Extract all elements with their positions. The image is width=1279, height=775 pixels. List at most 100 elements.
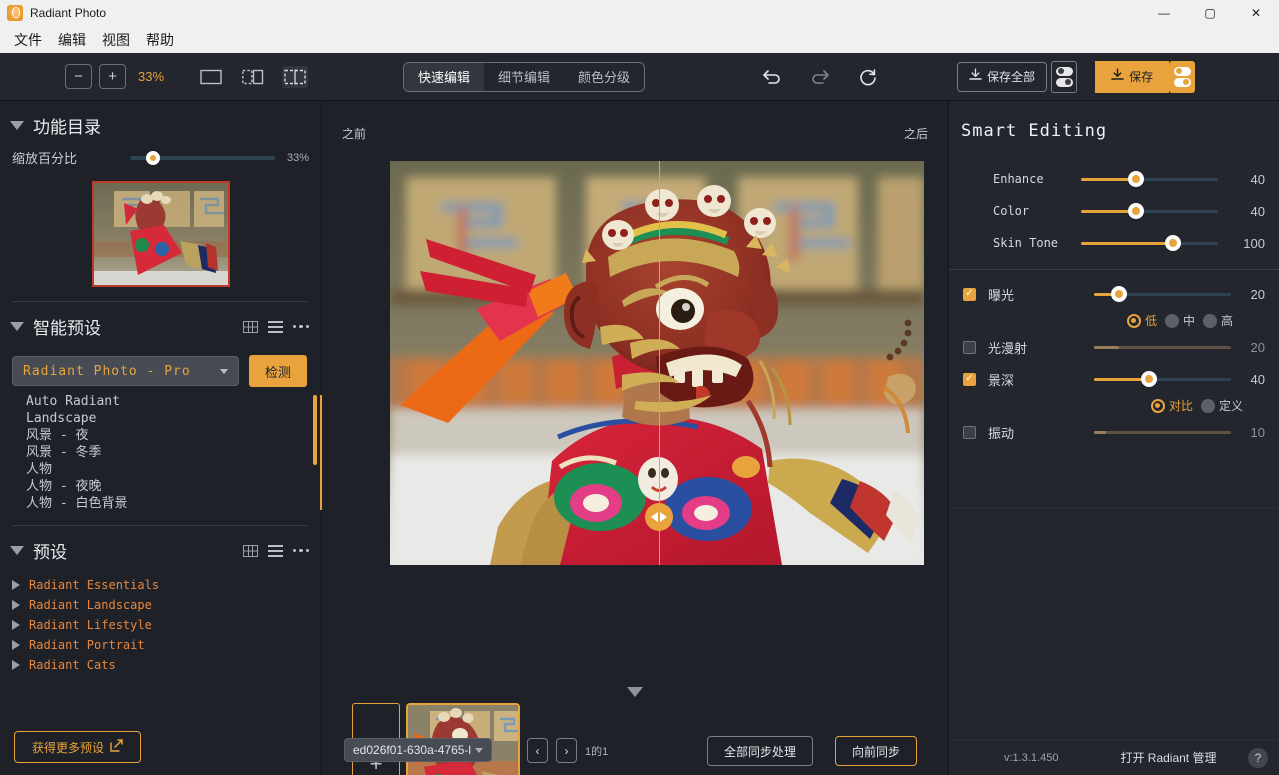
- slider-track-enhance[interactable]: [1081, 178, 1218, 181]
- minimize-button[interactable]: —: [1141, 0, 1187, 26]
- side-by-side-view-icon[interactable]: [240, 66, 266, 88]
- checkbox-diffusion[interactable]: [963, 341, 976, 354]
- adjustment-row-vibrance: 振动 10: [949, 416, 1279, 448]
- grid-view-icon[interactable]: [243, 321, 258, 333]
- radio-exposure-high[interactable]: 高: [1203, 312, 1233, 329]
- slider-track-diffusion[interactable]: [1094, 346, 1231, 349]
- smart-preset-scrollbar[interactable]: [313, 395, 317, 503]
- chevron-down-icon: [10, 121, 24, 130]
- slider-label-color: Color: [963, 204, 1081, 218]
- more-options-icon[interactable]: [293, 325, 310, 329]
- radio-exposure-low[interactable]: 低: [1127, 312, 1157, 329]
- menu-item-view[interactable]: 视图: [96, 28, 136, 52]
- checkbox-vibrance[interactable]: [963, 426, 976, 439]
- chevron-right-icon: [12, 640, 20, 650]
- filmstrip-collapse-icon[interactable]: [627, 687, 643, 697]
- save-all-toggle[interactable]: [1051, 61, 1077, 93]
- slider-fill: [1094, 346, 1119, 349]
- download-icon-orange: [1111, 68, 1124, 85]
- more-options-icon-2[interactable]: [293, 549, 310, 553]
- single-view-icon[interactable]: [198, 66, 224, 88]
- list-item[interactable]: Radiant Portrait: [12, 635, 321, 655]
- list-item[interactable]: 人物 - 夜晚: [26, 478, 321, 495]
- slider-knob-color[interactable]: [1128, 203, 1144, 219]
- checkbox-exposure[interactable]: [963, 288, 976, 301]
- detect-button[interactable]: 检测: [249, 355, 307, 387]
- tab-quick-edit[interactable]: 快速编辑: [404, 63, 484, 91]
- open-radiant-manager-link[interactable]: 打开 Radiant 管理: [1120, 749, 1216, 766]
- slider-knob-exposure[interactable]: [1111, 286, 1127, 302]
- preset-folder-label: Radiant Portrait: [29, 638, 145, 652]
- list-item[interactable]: Radiant Essentials: [12, 575, 321, 595]
- list-view-icon-2[interactable]: [268, 545, 283, 557]
- help-icon[interactable]: ?: [1248, 748, 1268, 768]
- menu-item-help[interactable]: 帮助: [140, 28, 180, 52]
- save-toggle[interactable]: [1169, 61, 1195, 93]
- next-image-button[interactable]: ›: [556, 738, 577, 763]
- zoom-out-button[interactable]: −: [65, 64, 92, 89]
- zoom-slider-track[interactable]: [130, 156, 275, 160]
- list-view-icon[interactable]: [268, 321, 283, 333]
- radio-exposure-medium[interactable]: 中: [1165, 312, 1195, 329]
- tab-detail-edit[interactable]: 细节编辑: [484, 63, 564, 91]
- external-link-icon: [110, 739, 123, 755]
- smart-presets-section-header[interactable]: 智能预设: [0, 302, 321, 345]
- slider-track-depth[interactable]: [1094, 378, 1231, 381]
- chevron-right-icon: [12, 660, 20, 670]
- slider-track-vibrance[interactable]: [1094, 431, 1231, 434]
- list-item[interactable]: 人物 - 白色背景: [26, 495, 321, 511]
- zoom-in-button[interactable]: +: [99, 64, 126, 89]
- sync-forward-button[interactable]: 向前同步: [835, 736, 917, 766]
- list-item[interactable]: 人物: [26, 461, 321, 478]
- features-section-header[interactable]: 功能目录: [0, 101, 321, 144]
- menu-item-file[interactable]: 文件: [8, 28, 48, 52]
- radio-dot-icon: [1201, 399, 1215, 413]
- slider-knob-skin-tone[interactable]: [1165, 235, 1181, 251]
- edit-mode-tabs: 快速编辑 细节编辑 颜色分级: [403, 62, 645, 92]
- list-item[interactable]: 风景 - 夜: [26, 427, 321, 444]
- slider-knob-depth[interactable]: [1141, 371, 1157, 387]
- preset-folder-label: Radiant Essentials: [29, 578, 159, 592]
- smart-preset-select[interactable]: Radiant Photo - Pro: [12, 356, 239, 386]
- slider-track-color[interactable]: [1081, 210, 1218, 213]
- list-item[interactable]: Landscape: [26, 410, 321, 427]
- sync-all-button[interactable]: 全部同步处理: [707, 736, 813, 766]
- zoom-slider-knob[interactable]: [146, 151, 160, 165]
- list-item[interactable]: Auto Radiant: [26, 393, 321, 410]
- maximize-button[interactable]: ▢: [1187, 0, 1233, 26]
- smart-preset-list[interactable]: Auto Radiant Landscape 风景 - 夜 风景 - 冬季 人物…: [0, 393, 321, 511]
- list-item[interactable]: 风景 - 冬季: [26, 444, 321, 461]
- reset-icon[interactable]: [851, 67, 885, 87]
- radio-depth-contrast[interactable]: 对比: [1151, 397, 1193, 414]
- undo-icon[interactable]: [755, 68, 789, 86]
- menu-item-edit[interactable]: 编辑: [52, 28, 92, 52]
- depth-options: 对比 定义: [949, 395, 1279, 416]
- radio-depth-definition[interactable]: 定义: [1201, 397, 1243, 414]
- presets-section-header[interactable]: 预设: [0, 526, 321, 569]
- slider-track-exposure[interactable]: [1094, 293, 1231, 296]
- navigator-thumbnail[interactable]: [92, 181, 230, 287]
- file-name-select[interactable]: ed026f01-630a-4765-l: [344, 738, 492, 762]
- split-view-icon[interactable]: [282, 66, 308, 88]
- redo-icon[interactable]: [803, 68, 837, 86]
- main-photo-viewer[interactable]: [390, 161, 924, 565]
- slider-knob-enhance[interactable]: [1128, 171, 1144, 187]
- save-all-button[interactable]: 保存全部: [957, 62, 1047, 92]
- save-button[interactable]: 保存: [1095, 61, 1169, 93]
- list-item[interactable]: Radiant Cats: [12, 655, 321, 675]
- get-more-presets-button[interactable]: 获得更多预设: [14, 731, 141, 763]
- tab-color-grading[interactable]: 颜色分级: [564, 63, 644, 91]
- chevron-right-icon: [12, 620, 20, 630]
- close-button[interactable]: ✕: [1233, 0, 1279, 26]
- grid-view-icon-2[interactable]: [243, 545, 258, 557]
- list-item[interactable]: Radiant Landscape: [12, 595, 321, 615]
- adjustment-row-depth: 景深 40: [949, 363, 1279, 395]
- before-after-handle[interactable]: [645, 503, 673, 531]
- title-bar: Radiant Photo — ▢ ✕: [0, 0, 1279, 26]
- previous-image-button[interactable]: ‹: [527, 738, 548, 763]
- chevron-down-icon-5: [475, 748, 483, 753]
- slider-track-skin-tone[interactable]: [1081, 242, 1218, 245]
- radio-label: 对比: [1169, 397, 1193, 414]
- list-item[interactable]: Radiant Lifestyle: [12, 615, 321, 635]
- checkbox-depth[interactable]: [963, 373, 976, 386]
